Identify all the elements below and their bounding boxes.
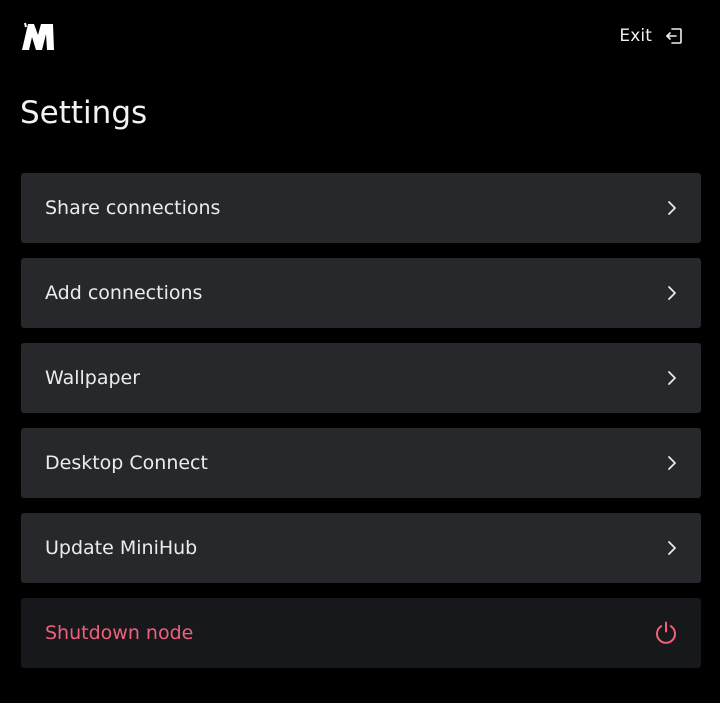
page-title: Settings <box>20 95 148 131</box>
chevron-right-icon <box>665 539 679 557</box>
menu-item-label: Add connections <box>45 282 203 304</box>
chevron-right-icon <box>665 369 679 387</box>
power-icon <box>653 620 679 646</box>
exit-button[interactable]: Exit <box>619 24 684 48</box>
chevron-right-icon <box>665 199 679 217</box>
minihub-logo <box>20 20 56 51</box>
menu-item-label: Desktop Connect <box>45 452 208 474</box>
menu-item-share-connections[interactable]: Share connections <box>21 173 701 243</box>
exit-icon <box>664 26 684 46</box>
exit-label: Exit <box>619 26 652 46</box>
shutdown-node-button[interactable]: Shutdown node <box>21 598 701 668</box>
menu-item-desktop-connect[interactable]: Desktop Connect <box>21 428 701 498</box>
chevron-right-icon <box>665 454 679 472</box>
menu-item-wallpaper[interactable]: Wallpaper <box>21 343 701 413</box>
menu-item-label: Share connections <box>45 197 221 219</box>
settings-menu: Share connections Add connections Wallpa… <box>21 173 701 668</box>
menu-item-label: Wallpaper <box>45 367 141 389</box>
menu-item-update-minihub[interactable]: Update MiniHub <box>21 513 701 583</box>
shutdown-label: Shutdown node <box>45 622 194 644</box>
chevron-right-icon <box>665 284 679 302</box>
menu-item-label: Update MiniHub <box>45 537 198 559</box>
menu-item-add-connections[interactable]: Add connections <box>21 258 701 328</box>
